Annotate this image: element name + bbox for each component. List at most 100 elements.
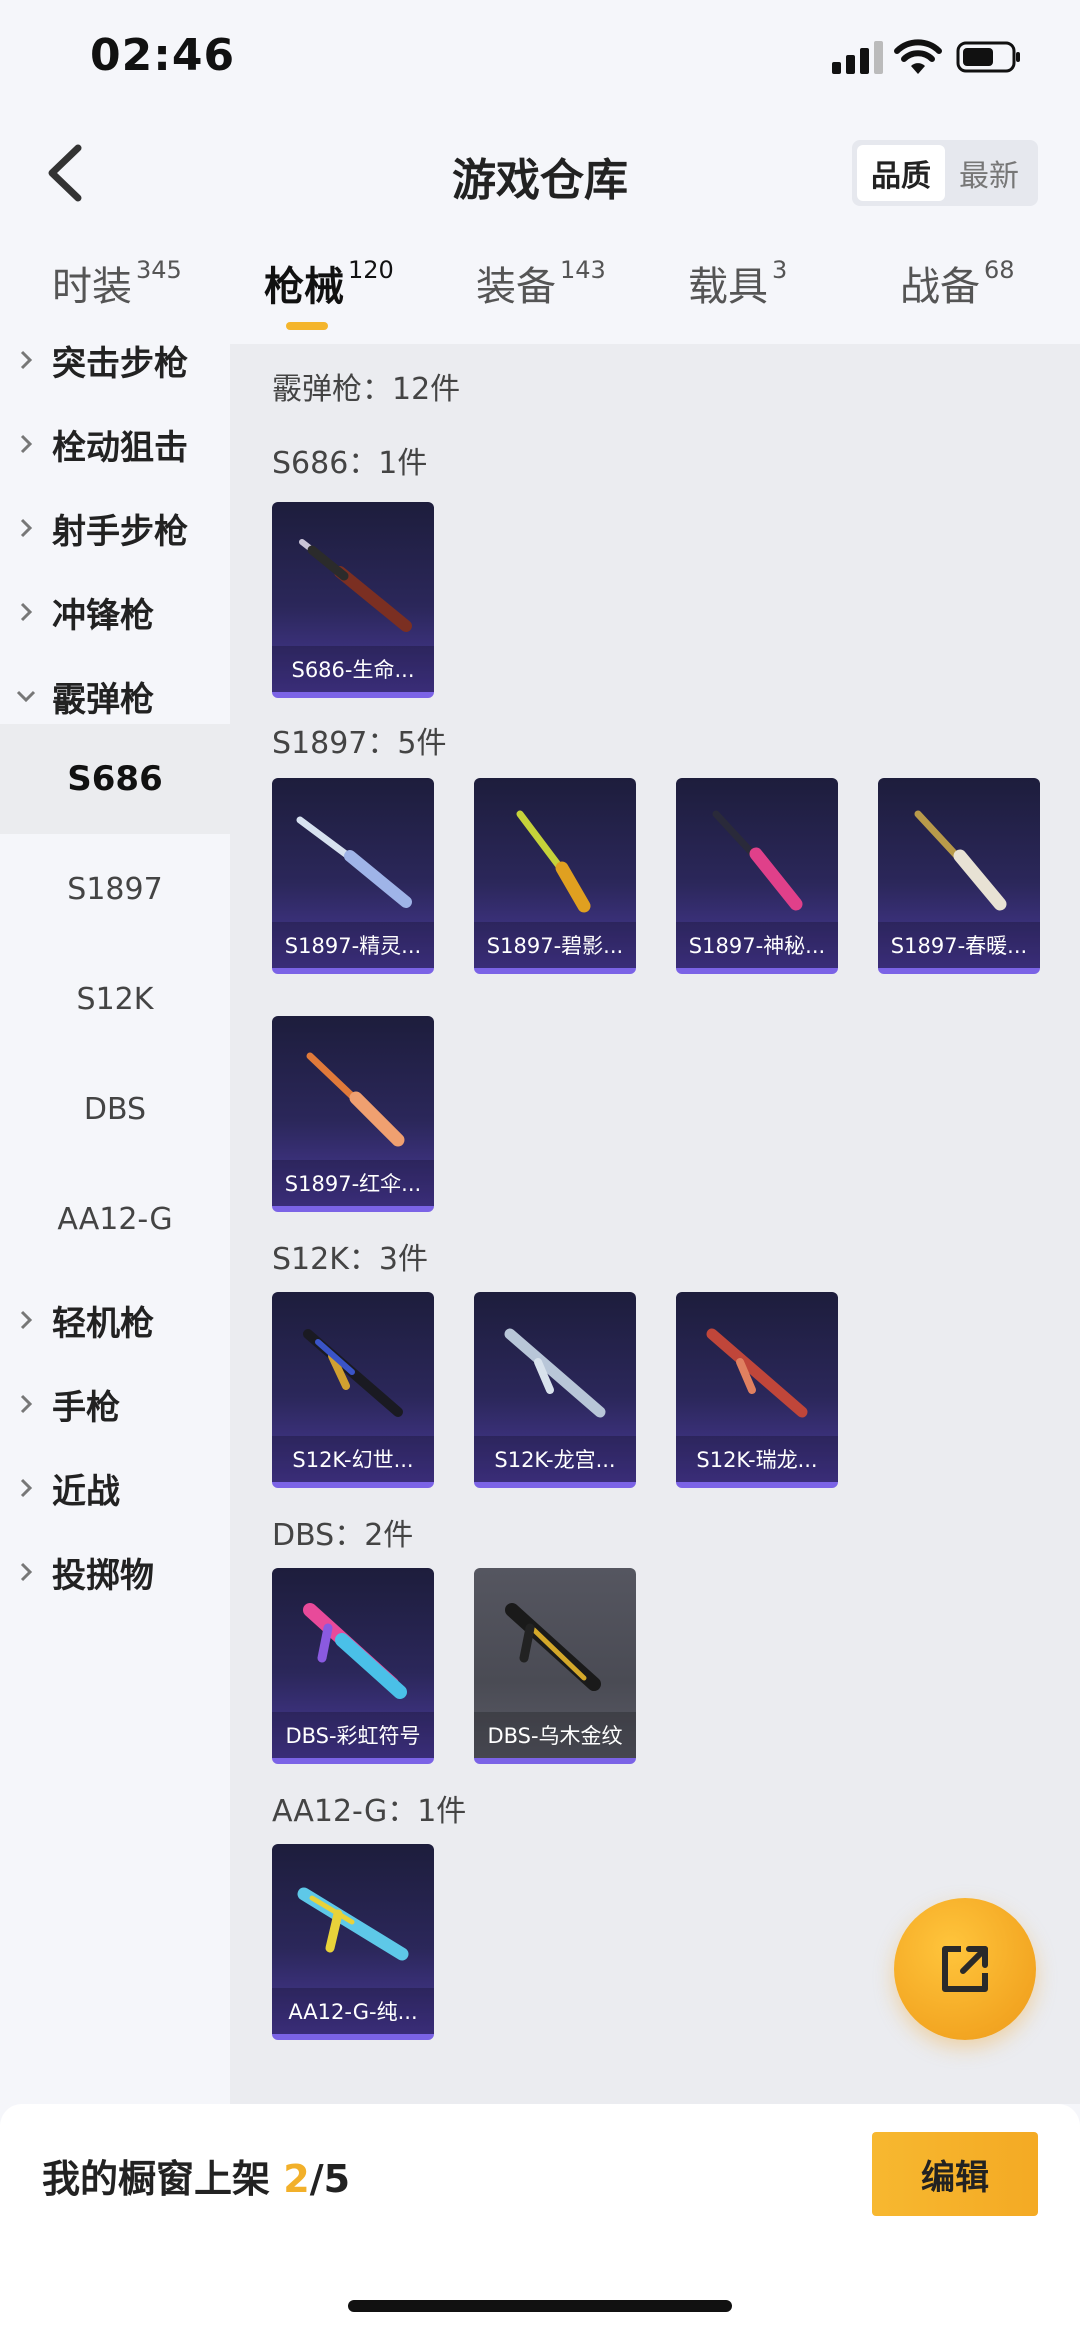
tab-label: 枪械 <box>264 264 344 310</box>
tab-equipment[interactable]: 装备 143 <box>476 254 606 312</box>
sidebar-sub-s1897[interactable]: S1897 <box>0 834 230 944</box>
item-card-s1897-4[interactable]: S1897-春暖... <box>878 778 1040 974</box>
shotgun-icon <box>516 810 591 913</box>
tab-fashion[interactable]: 时装 345 <box>52 254 182 312</box>
chevron-down-icon <box>16 690 36 703</box>
tab-label: 装备 <box>476 264 556 310</box>
item-name: S1897-红伞... <box>272 1160 434 1206</box>
tab-vehicles[interactable]: 载具 3 <box>688 254 787 312</box>
chevron-right-icon <box>20 518 33 538</box>
sidebar: 突击步枪 栓动狙击 射手步枪 冲锋枪 霰弹枪 S686 S1897 S12K D… <box>0 344 230 2104</box>
active-tab-underline <box>286 322 328 330</box>
showcase-title: 我的橱窗上架 <box>42 2157 271 2201</box>
tab-count: 68 <box>984 256 1015 284</box>
shotgun-icon <box>706 1328 808 1418</box>
item-name: S1897-春暖... <box>878 922 1040 968</box>
sort-option-newest[interactable]: 最新 <box>945 145 1033 201</box>
item-name: S686-生命... <box>272 646 434 692</box>
item-card-s12k-3[interactable]: S12K-瑞龙... <box>676 1292 838 1488</box>
section-title-s1897: S1897：5件 <box>272 726 447 761</box>
tab-label: 载具 <box>688 264 768 310</box>
chevron-right-icon <box>20 434 33 454</box>
item-name: S12K-瑞龙... <box>676 1436 838 1482</box>
sidebar-sub-s686[interactable]: S686 <box>0 724 230 834</box>
shotgun-icon <box>712 810 803 911</box>
chevron-right-icon <box>20 602 33 622</box>
shotgun-icon <box>505 1603 601 1691</box>
sidebar-item-label: 射手步枪 <box>52 511 188 552</box>
tab-gear[interactable]: 战备 68 <box>900 254 1015 312</box>
item-card-s1897-1[interactable]: S1897-精灵... <box>272 778 434 974</box>
section-title-dbs: DBS：2件 <box>272 1518 414 1553</box>
shotgun-icon <box>296 816 412 908</box>
item-card-s12k-1[interactable]: S12K-幻世... <box>272 1292 434 1488</box>
shotgun-icon <box>914 810 1007 911</box>
section-title-s12k: S12K：3件 <box>272 1242 428 1277</box>
battery-icon <box>956 41 1020 73</box>
item-card-aa12g-1[interactable]: AA12-G-纯... <box>272 1844 434 2040</box>
tab-count: 120 <box>348 256 394 284</box>
sidebar-sub-s12k[interactable]: S12K <box>0 944 230 1054</box>
item-card-s1897-2[interactable]: S1897-碧影... <box>474 778 636 974</box>
shotgun-icon <box>306 1052 405 1147</box>
item-name: DBS-彩虹符号 <box>272 1712 434 1758</box>
item-card-s1897-5[interactable]: S1897-红伞... <box>272 1016 434 1212</box>
sidebar-item-label: 投掷物 <box>52 1555 154 1596</box>
chevron-right-icon <box>20 350 33 370</box>
item-name: S1897-碧影... <box>474 922 636 968</box>
item-card-dbs-2[interactable]: DBS-乌木金纹 <box>474 1568 636 1764</box>
status-bar: 02:46 <box>0 0 1080 120</box>
tab-count: 345 <box>136 256 182 284</box>
edit-button[interactable]: 编辑 <box>872 2132 1038 2216</box>
chevron-right-icon <box>20 1394 33 1414</box>
item-name: AA12-G-纯... <box>272 1988 434 2034</box>
item-name: S1897-精灵... <box>272 922 434 968</box>
item-card-s686-1[interactable]: S686-生命... <box>272 502 434 698</box>
item-name: DBS-乌木金纹 <box>474 1712 636 1758</box>
item-name: S12K-龙宫... <box>474 1436 636 1482</box>
chevron-right-icon <box>20 1310 33 1330</box>
shotgun-icon <box>504 1328 606 1418</box>
category-summary: 霰弹枪：12件 <box>272 372 461 407</box>
status-time: 02:46 <box>90 30 236 81</box>
tab-weapons[interactable]: 枪械 120 <box>264 254 394 312</box>
showcase-total-count: /5 <box>309 2157 351 2201</box>
sidebar-item-label: 栓动狙击 <box>52 427 188 468</box>
shotgun-icon <box>299 539 412 632</box>
tab-count: 143 <box>560 256 606 284</box>
sidebar-sub-aa12g[interactable]: AA12-G <box>0 1164 230 1274</box>
sidebar-item-label: 突击步枪 <box>52 344 188 384</box>
sidebar-sub-dbs[interactable]: DBS <box>0 1054 230 1164</box>
tab-label: 时装 <box>52 264 132 310</box>
sidebar-item-label: 冲锋枪 <box>52 595 154 636</box>
sidebar-item-throwable[interactable]: 投掷物 <box>0 1522 230 1622</box>
share-export-icon <box>942 1946 988 1992</box>
item-name: S1897-神秘... <box>676 922 838 968</box>
item-grid-panel: 霰弹枪：12件 S686：1件 S686-生命... S1897：5件 S189… <box>230 344 1080 2104</box>
category-tabs: 时装 345 枪械 120 装备 143 载具 3 战备 68 <box>0 240 1080 344</box>
sidebar-item-label: 轻机枪 <box>52 1303 154 1344</box>
sidebar-item-label: 手枪 <box>52 1387 120 1428</box>
wifi-icon <box>894 39 942 74</box>
sort-toggle: 品质 最新 <box>852 140 1038 206</box>
item-card-dbs-1[interactable]: DBS-彩虹符号 <box>272 1568 434 1764</box>
share-button[interactable] <box>894 1898 1036 2040</box>
item-name: S12K-幻世... <box>272 1436 434 1482</box>
sidebar-item-label: 霰弹枪 <box>52 679 154 720</box>
showcase-label: 我的橱窗上架 2/5 <box>42 2148 350 2203</box>
tab-label: 战备 <box>900 264 980 310</box>
tab-count: 3 <box>772 256 788 284</box>
item-card-s1897-3[interactable]: S1897-神秘... <box>676 778 838 974</box>
section-title-aa12g: AA12-G：1件 <box>272 1794 467 1829</box>
shotgun-icon <box>297 1887 409 1961</box>
nav-bar: 游戏仓库 品质 最新 <box>0 120 1080 230</box>
item-card-s12k-2[interactable]: S12K-龙宫... <box>474 1292 636 1488</box>
shotgun-icon <box>303 1603 407 1699</box>
chevron-right-icon <box>20 1562 33 1582</box>
shotgun-icon <box>303 1329 403 1417</box>
showcase-current-count: 2 <box>283 2157 310 2201</box>
sort-option-quality[interactable]: 品质 <box>857 145 945 201</box>
home-indicator <box>348 2300 732 2312</box>
sidebar-item-label: 近战 <box>52 1471 120 1512</box>
chevron-right-icon <box>20 1478 33 1498</box>
